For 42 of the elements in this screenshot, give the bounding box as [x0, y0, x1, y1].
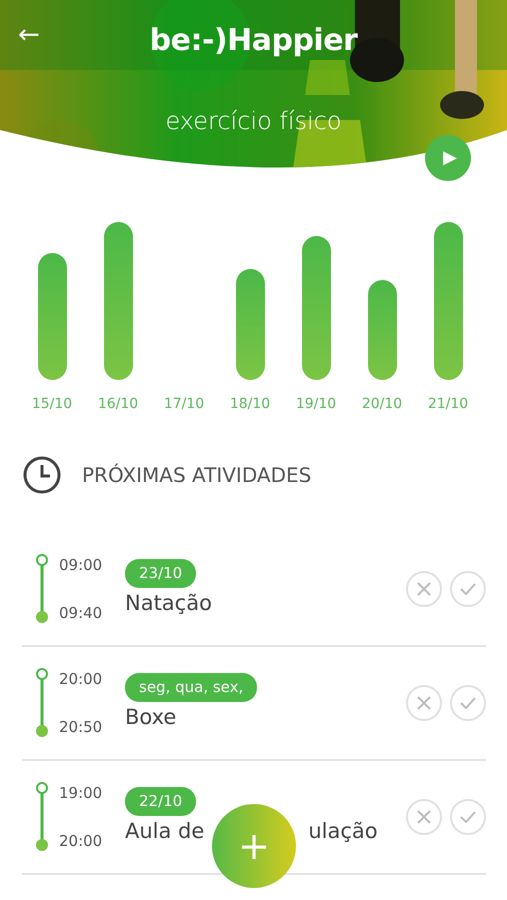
start-time: 19:00	[59, 783, 104, 804]
timeline-icon	[35, 782, 49, 852]
section-title: PRÓXIMAS ATIVIDADES	[82, 462, 312, 489]
clock-icon	[22, 455, 62, 495]
date-tag: seg, qua, sex,	[125, 673, 258, 702]
start-time: 09:00	[59, 555, 104, 576]
date-label: 21/10	[428, 395, 468, 414]
end-time: 09:40	[59, 602, 104, 624]
back-button[interactable]: ←	[18, 22, 40, 48]
cancel-button[interactable]	[406, 685, 442, 721]
close-icon	[417, 810, 431, 824]
check-icon	[460, 583, 476, 595]
date-label: 17/10	[164, 395, 204, 414]
app-logo: be:-)Happier	[150, 23, 358, 58]
start-time: 20:00	[59, 669, 104, 690]
date-label: 18/10	[230, 395, 270, 414]
close-icon	[417, 696, 431, 710]
activity-title: Aula de	[125, 818, 204, 844]
close-icon	[417, 582, 431, 596]
date-label: 15/10	[32, 395, 72, 414]
confirm-button[interactable]	[450, 799, 486, 835]
timeline-icon	[35, 554, 49, 624]
cancel-button[interactable]	[406, 571, 442, 607]
check-icon	[460, 811, 476, 823]
end-time: 20:00	[59, 830, 104, 852]
date-label: 20/10	[362, 395, 402, 414]
cancel-button[interactable]	[406, 799, 442, 835]
play-button[interactable]: ▶	[425, 135, 471, 181]
confirm-button[interactable]	[450, 685, 486, 721]
timeline-icon	[35, 668, 49, 738]
add-button[interactable]: +	[212, 804, 296, 888]
date-label: 16/10	[98, 395, 138, 414]
confirm-button[interactable]	[450, 571, 486, 607]
date-tag: 22/10	[125, 787, 196, 816]
date-label: 19/10	[296, 395, 336, 414]
page-title: exercício físico	[165, 107, 342, 135]
check-icon	[460, 697, 476, 709]
date-tag: 23/10	[125, 559, 196, 588]
activity-title: Boxe	[125, 704, 176, 730]
activity-title: Natação	[125, 590, 212, 616]
activity-title: ulação	[308, 818, 378, 844]
end-time: 20:50	[59, 716, 104, 738]
